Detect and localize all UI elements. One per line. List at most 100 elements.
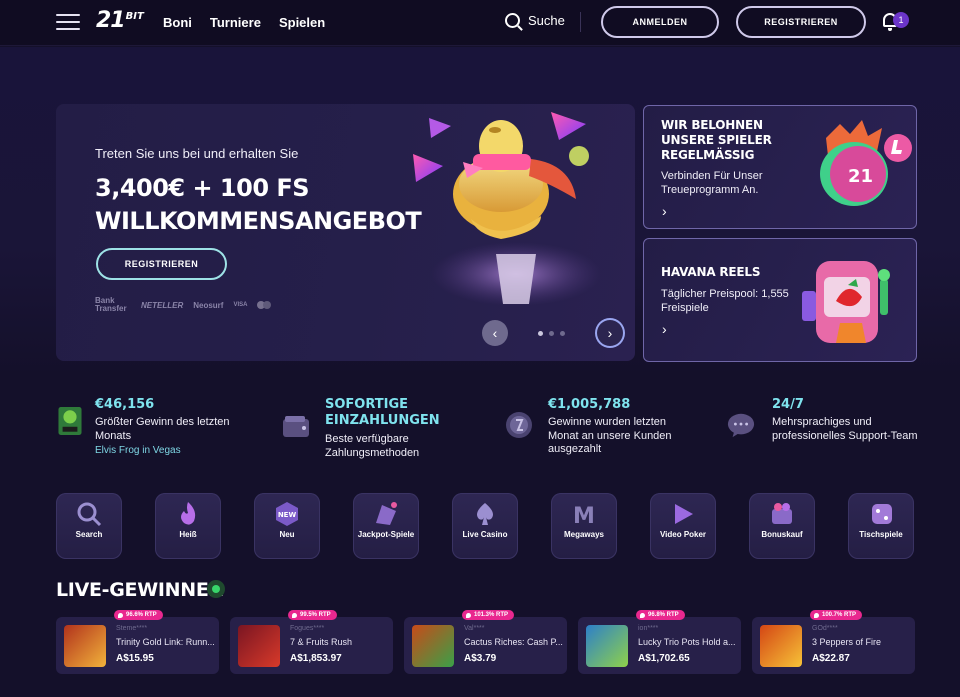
- category-bar: Search Heiß NEW Neu Jackpot-Spiele Live …: [56, 493, 914, 559]
- elvis-frog-icon: [58, 407, 82, 435]
- chevron-left-icon: ‹: [492, 325, 498, 341]
- new-badge-text: NEW: [278, 511, 297, 519]
- promo-description: Täglicher Preispool: 1,555 Freispiele: [661, 288, 789, 314]
- neosurf-logo: Neosurf: [193, 300, 224, 310]
- win-amount: A$1,853.97: [290, 653, 342, 664]
- category-search[interactable]: Search: [56, 493, 122, 559]
- game-thumbnail: [586, 625, 628, 667]
- promo-title: HAVANA REELS: [661, 265, 761, 279]
- winner-username: Steme****: [116, 625, 148, 632]
- winner-card[interactable]: 99.5% RTP Fogues**** 7 & Fruits Rush A$1…: [230, 610, 393, 674]
- menu-icon[interactable]: [56, 14, 80, 30]
- rtp-badge: 99.5% RTP: [288, 610, 337, 620]
- megaways-glyph: M: [573, 504, 595, 527]
- stat-value: €1,005,788: [548, 397, 631, 412]
- winner-card[interactable]: 96.8% RTP ion**** Lucky Trio Pots Hold a…: [578, 610, 741, 674]
- hero-title-line2: WILLKOMMENSANGEBOT: [95, 207, 422, 235]
- hero-title: 3,400€ + 100 FS WILLKOMMENSANGEBOT: [95, 172, 422, 238]
- slide-dot[interactable]: [560, 331, 565, 336]
- divider: [580, 12, 581, 32]
- search-icon: [505, 13, 520, 28]
- category-label: Jackpot-Spiele: [357, 530, 415, 539]
- category-jackpot[interactable]: Jackpot-Spiele: [353, 493, 419, 559]
- category-video-poker[interactable]: Video Poker: [650, 493, 716, 559]
- search-button[interactable]: Suche: [505, 13, 565, 28]
- category-bonus-buy[interactable]: Bonuskauf: [749, 493, 815, 559]
- coin-label: 21: [848, 166, 873, 187]
- game-thumbnail: [64, 625, 106, 667]
- chevron-right-icon: ›: [607, 325, 613, 341]
- winner-username: ion****: [638, 625, 659, 632]
- rtp-badge: 101.3% RTP: [462, 610, 515, 620]
- game-name: Cactus Riches: Cash P...: [464, 637, 563, 647]
- wallet-icon: [283, 416, 309, 437]
- chevron-right-icon: ›: [662, 321, 667, 337]
- hero-register-button[interactable]: REGISTRIEREN: [96, 248, 227, 280]
- live-indicator-icon: [207, 580, 225, 598]
- game-thumbnail: [760, 625, 802, 667]
- stat-biggest-win: €46,156 Größter Gewinn des letzten Monat…: [56, 397, 256, 456]
- nav-boni[interactable]: Boni: [163, 15, 192, 30]
- hero-slide-dots: [538, 331, 565, 336]
- play-icon: [675, 504, 693, 524]
- nav-turniere[interactable]: Turniere: [210, 15, 261, 30]
- rtp-badge: 96.6% RTP: [114, 610, 163, 620]
- promo-description: Verbinden Für Unser Treueprogramm An.: [661, 170, 763, 196]
- game-name: 3 Peppers of Fire: [812, 637, 882, 647]
- slot-machine-illustration: [802, 261, 890, 343]
- category-label: Tischspiele: [859, 530, 903, 539]
- winner-card[interactable]: 101.3% RTP Val**** Cactus Riches: Cash P…: [404, 610, 567, 674]
- category-label: Megaways: [563, 530, 605, 539]
- main-nav: Boni Turniere Spielen: [163, 15, 325, 30]
- logo[interactable]: 21BIT: [96, 8, 144, 33]
- category-label: Bonuskauf: [761, 530, 803, 539]
- register-button[interactable]: REGISTRIEREN: [736, 6, 866, 38]
- jackpot-icon: [376, 502, 397, 525]
- category-table-games[interactable]: Tischspiele: [848, 493, 914, 559]
- win-amount: A$22.87: [812, 653, 850, 664]
- live-winners-title: LIVE-GEWINNER: [56, 579, 223, 601]
- stat-paid-out: €1,005,788 Gewinne wurden letzten Monat …: [505, 397, 705, 457]
- category-label: Search: [75, 530, 103, 539]
- flame-icon: [181, 502, 196, 525]
- nav-spielen[interactable]: Spielen: [279, 15, 325, 30]
- promo-card-loyalty[interactable]: WIR BELOHNEN UNSERE SPIELER REGELMÄSSIG …: [643, 105, 917, 229]
- winner-username: Fogues****: [290, 625, 325, 632]
- winner-card[interactable]: 100.7% RTP GOd**** 3 Peppers of Fire A$2…: [752, 610, 915, 674]
- payment-logos: Bank Transfer NETELLER Neosurf VISA: [95, 296, 272, 313]
- stat-text: Beste verfügbare Zahlungsmethoden: [325, 433, 420, 459]
- winner-card[interactable]: 96.6% RTP Steme**** Trinity Gold Link: R…: [56, 610, 219, 674]
- slide-dot[interactable]: [538, 331, 543, 336]
- category-new[interactable]: NEW Neu: [254, 493, 320, 559]
- hero-subtitle: Treten Sie uns bei und erhalten Sie: [95, 146, 299, 161]
- top-header: 21BIT Boni Turniere Spielen Suche ANMELD…: [0, 0, 960, 46]
- hero-prev-button[interactable]: ‹: [482, 320, 508, 346]
- game-name: 7 & Fruits Rush: [290, 637, 353, 647]
- slide-dot[interactable]: [549, 331, 554, 336]
- stat-value: 24/7: [772, 397, 804, 412]
- win-amount: A$3.79: [464, 653, 497, 664]
- rtp-badge: 96.8% RTP: [636, 610, 685, 620]
- stat-text: Größter Gewinn des letzten Monats: [95, 416, 230, 442]
- winner-username: Val****: [464, 625, 485, 632]
- chevron-right-icon: ›: [662, 203, 667, 219]
- hero-next-button[interactable]: ›: [597, 320, 623, 346]
- megaways-icon: M: [573, 504, 595, 527]
- stat-value: €46,156: [95, 397, 155, 412]
- chat-icon: [727, 413, 755, 438]
- promo-card-havana[interactable]: HAVANA REELS Täglicher Preispool: 1,555 …: [643, 238, 917, 362]
- hero-title-line1: 3,400€ + 100 FS: [95, 174, 310, 202]
- mastercard-icon: [257, 301, 272, 309]
- hero-banner[interactable]: Treten Sie uns bei und erhalten Sie 3,40…: [56, 104, 635, 361]
- win-amount: A$15.95: [116, 653, 154, 664]
- category-label: Video Poker: [659, 530, 707, 539]
- category-live-casino[interactable]: Live Casino: [452, 493, 518, 559]
- category-megaways[interactable]: M Megaways: [551, 493, 617, 559]
- visa-logo: VISA: [233, 302, 248, 308]
- login-button[interactable]: ANMELDEN: [601, 6, 719, 38]
- rtp-badge: 100.7% RTP: [810, 610, 863, 620]
- stat-text: Gewinne wurden letzten Monat an unsere K…: [548, 416, 672, 455]
- category-hot[interactable]: Heiß: [155, 493, 221, 559]
- bank-transfer-logo: Bank Transfer: [95, 296, 127, 313]
- stat-game-link[interactable]: Elvis Frog in Vegas: [95, 445, 256, 456]
